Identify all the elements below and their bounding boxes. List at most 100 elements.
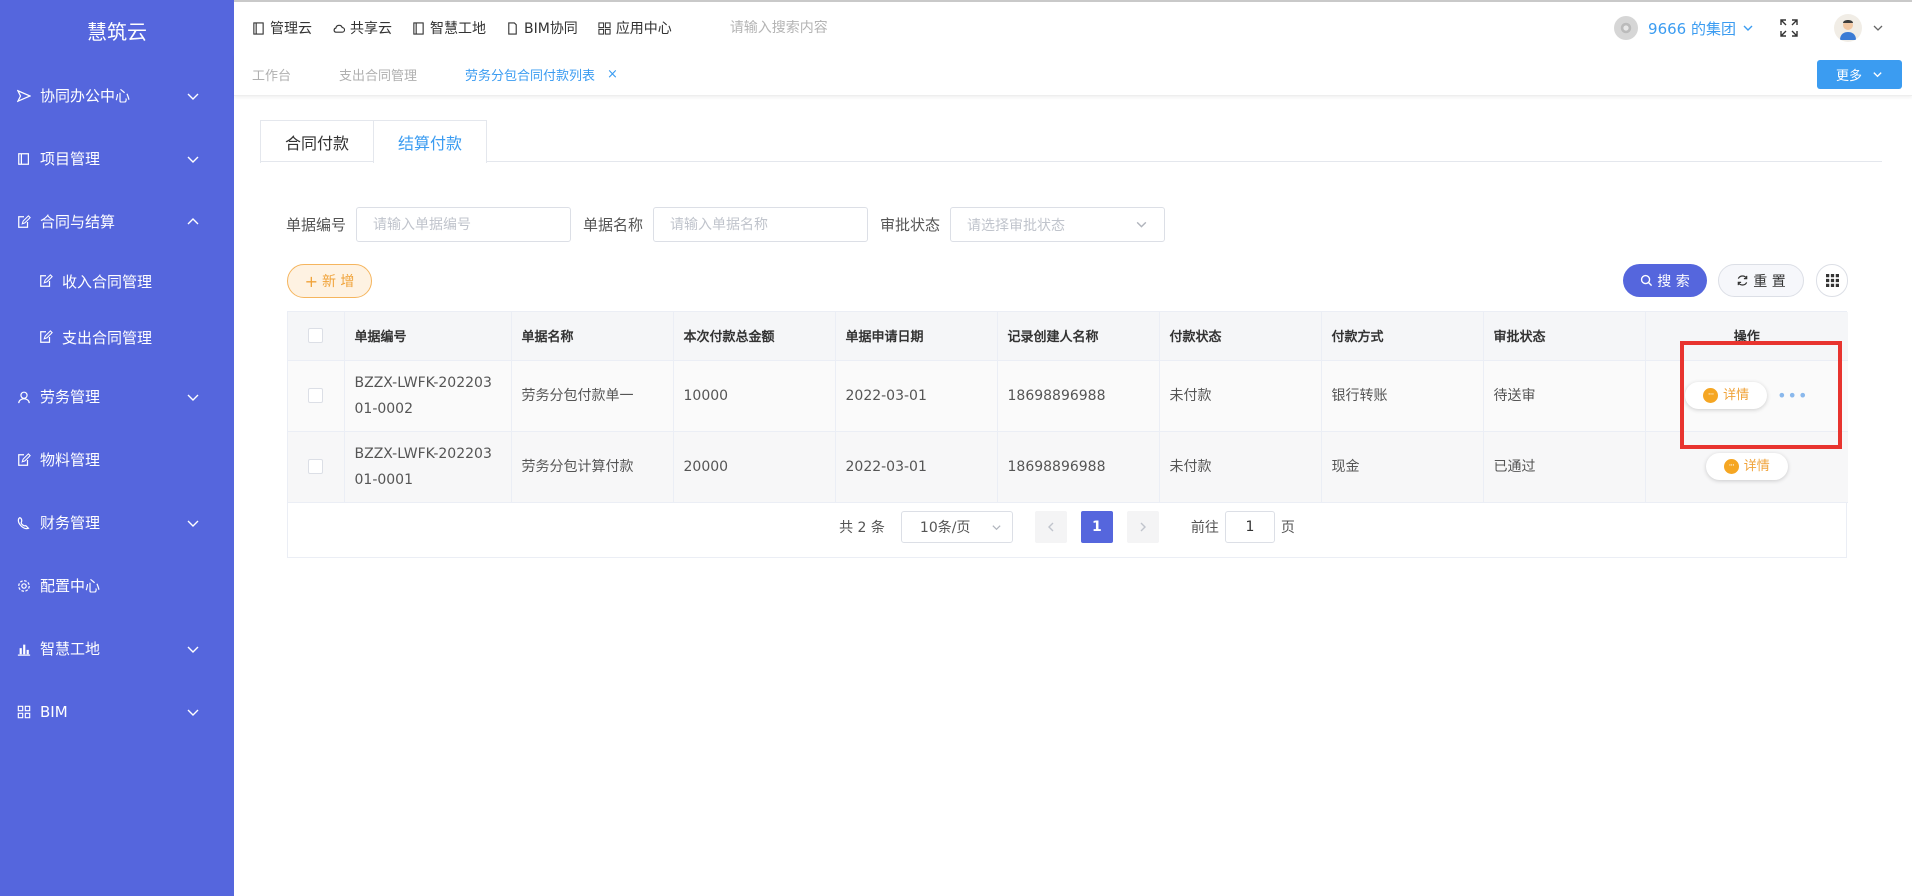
table-cell: 10000 [673, 360, 836, 432]
top-nav-item[interactable]: 应用中心 [598, 18, 672, 38]
actions-cell: ··· 详情 [1645, 431, 1849, 503]
sidebar-item-label: BIM [40, 702, 68, 721]
sub-tab[interactable]: 结算付款 [374, 120, 488, 163]
chevron-down-icon [187, 520, 199, 527]
table-cell: BZZX-LWFK-20220301-0002 [344, 360, 512, 432]
sidebar-item[interactable]: 收入合同管理 [0, 253, 234, 309]
sidebar-item[interactable]: 智慧工地 [0, 617, 234, 680]
top-nav-label: BIM协同 [524, 21, 578, 37]
doc-no-input[interactable] [356, 207, 572, 242]
search-button-label: 搜 索 [1657, 273, 1690, 290]
edit-doc-icon [16, 452, 32, 468]
top-nav-item[interactable]: 管理云 [252, 18, 312, 38]
page-tab-label: 支出合同管理 [339, 69, 418, 84]
edit-doc-icon [16, 214, 32, 230]
sidebar-item[interactable]: 合同与结算 [0, 190, 234, 253]
top-nav-item[interactable]: 共享云 [332, 18, 392, 38]
doc-name-input[interactable] [653, 207, 869, 242]
sub-tabs: 合同付款 结算付款 [260, 120, 1882, 163]
data-table: 单据编号 单据名称 本次付款总金额 单据申请日期 记录创建人名称 付款状态 付款… [288, 312, 1848, 503]
chevron-up-icon [187, 217, 199, 224]
column-header: 单据名称 [511, 312, 674, 361]
fullscreen-icon[interactable] [1780, 19, 1798, 37]
detail-button[interactable]: ··· 详情 [1705, 453, 1788, 480]
sidebar-item[interactable]: 劳务管理 [0, 365, 234, 428]
table-cell: 20000 [673, 431, 836, 503]
next-page-button[interactable] [1126, 511, 1159, 543]
pagination: 共 2 条 10条/页 1 前往 页 [288, 497, 1846, 557]
more-actions-icon[interactable]: ••• [1777, 383, 1808, 409]
chevron-down-icon [1743, 25, 1753, 31]
close-icon[interactable]: × [607, 67, 618, 82]
sidebar-item[interactable]: BIM [0, 680, 234, 743]
goto-page-input[interactable] [1224, 511, 1275, 543]
org-switcher[interactable]: 9666 的集团 [1648, 18, 1754, 39]
gear-icon [16, 578, 32, 594]
chevron-down-icon[interactable] [1872, 22, 1884, 34]
top-nav-item[interactable]: 智慧工地 [412, 18, 486, 38]
user-avatar[interactable] [1834, 14, 1862, 42]
more-circle-icon: ··· [1723, 459, 1739, 474]
prev-page-button[interactable] [1034, 511, 1067, 543]
table-cell: 劳务分包付款单一 [511, 360, 674, 432]
detail-button-label: 详情 [1743, 458, 1770, 474]
sidebar-item[interactable]: 协同办公中心 [0, 64, 234, 127]
add-button[interactable]: + 新 增 [287, 264, 372, 298]
sidebar-item-label: 财务管理 [40, 514, 101, 532]
top-nav-item[interactable]: BIM协同 [506, 18, 578, 38]
grid-icon [598, 21, 616, 35]
page-tab-label: 工作台 [252, 69, 292, 84]
table-cell: 2022-03-01 [835, 360, 998, 432]
chevron-down-icon [187, 93, 199, 100]
sidebar-menu: 协同办公中心 项目管理 合同与结算 收入合同管理 支出合同管理 劳务管理 物料管理财务管理配… [0, 64, 234, 743]
sidebar-item[interactable]: 配置中心 [0, 554, 234, 617]
column-header: 单据申请日期 [835, 312, 998, 361]
top-right-area: 9666 的集团 [1614, 2, 1884, 54]
column-settings-button[interactable] [1816, 264, 1848, 297]
top-nav-label: 智慧工地 [430, 21, 486, 37]
detail-button[interactable]: ··· 详情 [1685, 382, 1768, 409]
table-cell: 未付款 [1159, 360, 1322, 432]
app-logo: 慧筑云 [87, 20, 147, 44]
column-header: 本次付款总金额 [673, 312, 836, 361]
sidebar-item[interactable]: 财务管理 [0, 491, 234, 554]
row-checkbox[interactable] [308, 459, 324, 474]
row-checkbox[interactable] [308, 388, 324, 403]
sidebar-item[interactable]: 支出合同管理 [0, 309, 234, 365]
sidebar-item[interactable]: 物料管理 [0, 428, 234, 491]
table-cell: 已通过 [1483, 431, 1646, 503]
reset-button[interactable]: 重 置 [1718, 264, 1804, 297]
sidebar-item-label: 配置中心 [40, 577, 101, 595]
table-body: BZZX-LWFK-20220301-0002 劳务分包付款单一 10000 2022… [288, 360, 1849, 503]
chevron-down-icon [1873, 72, 1882, 78]
search-icon [1641, 274, 1653, 287]
column-header: 审批状态 [1483, 312, 1646, 361]
row-select-cell [288, 360, 345, 432]
sidebar-item[interactable]: 项目管理 [0, 127, 234, 190]
plus-icon: + [304, 271, 318, 291]
page-size-select[interactable]: 10条/页 [900, 511, 1013, 543]
main-content: 合同付款结算付款 单据编号 单据名称 审批状态 请选择审批状态 + 新 增 搜 … [234, 96, 1912, 896]
table-cell: 银行转账 [1321, 360, 1484, 432]
table-header-row: 单据编号 单据名称 本次付款总金额 单据申请日期 记录创建人名称 付款状态 付款… [288, 312, 1848, 361]
book-icon [16, 151, 32, 167]
search-button[interactable]: 搜 索 [1623, 264, 1707, 297]
sub-tab[interactable]: 合同付款 [260, 120, 375, 163]
approval-status-select[interactable]: 请选择审批状态 [950, 207, 1166, 242]
global-search-input[interactable] [729, 20, 950, 36]
page-tab[interactable]: 劳务分包合同付款列表 × [465, 65, 618, 84]
page-tab[interactable]: 工作台 [252, 65, 291, 84]
page-size-value: 10条/页 [919, 520, 971, 536]
column-header: 付款方式 [1321, 312, 1484, 361]
column-header: 付款状态 [1159, 312, 1322, 361]
row-actions: ··· 详情 ••• [1646, 382, 1849, 409]
org-name: 9666 的集团 [1648, 19, 1736, 38]
select-all-checkbox[interactable] [308, 328, 324, 344]
page-number-button[interactable]: 1 [1080, 511, 1113, 543]
org-avatar [1614, 16, 1639, 40]
more-button[interactable]: 更多 [1817, 60, 1902, 89]
top-nav: 管理云 共享云 智慧工地 BIM协同 应用中心 [252, 2, 692, 54]
doc-name-label: 单据名称 [583, 216, 644, 234]
page-tab[interactable]: 支出合同管理 [339, 65, 417, 84]
row-actions: ··· 详情 [1646, 453, 1849, 480]
